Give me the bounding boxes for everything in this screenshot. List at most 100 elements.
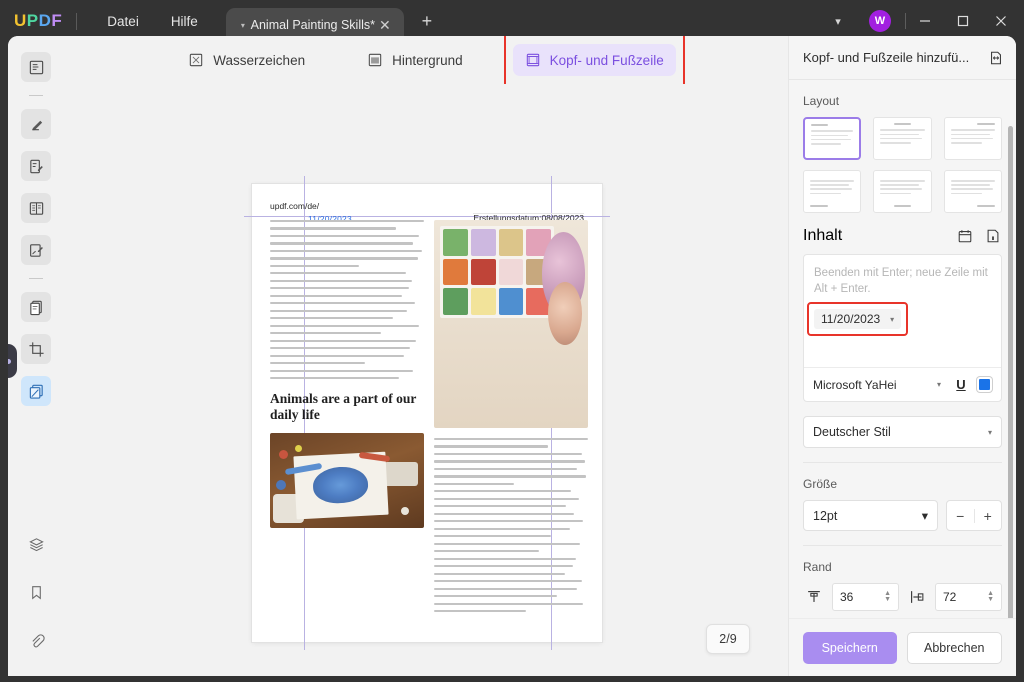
tab-caret-icon[interactable]: ▾ [236,21,250,30]
panel-attachments[interactable] [21,625,51,655]
save-button[interactable]: Speichern [803,632,897,664]
panel-layers[interactable] [21,529,51,559]
new-tab-button[interactable]: + [416,11,438,32]
tab-close-icon[interactable]: ✕ [376,17,394,34]
margin-left-spinner[interactable]: ▲▼ [987,591,994,603]
paperclip-icon [28,632,45,649]
font-size-value: 12pt [813,509,922,523]
sidebar-item-fill-sign[interactable] [21,235,51,265]
layout-option-header-right[interactable] [944,117,1002,160]
margin-left-input[interactable]: 72 ▲▼ [935,583,1002,611]
text-color-swatch[interactable] [977,377,992,392]
header-footer-icon [525,52,541,68]
page-indicator[interactable]: 2/9 [706,624,750,654]
panel-scrollbar[interactable] [1008,126,1013,618]
content-section-label: Inhalt [803,227,842,245]
rail-divider-1 [29,95,43,96]
margin-section-label: Rand [803,560,1002,574]
page-column-left: Animals are a part of our daily life [270,220,424,634]
chevron-down-icon[interactable]: ▾ [821,15,855,28]
cancel-button[interactable]: Abbrechen [907,632,1003,664]
margin-top-icon [803,586,825,608]
tab-kopf-und-fusszeile-label: Kopf- und Fußzeile [550,53,664,68]
size-section-label: Größe [803,477,1002,491]
sidebar-item-annotate[interactable] [21,109,51,139]
crop-icon [28,341,45,358]
content-textarea[interactable]: Beenden mit Enter; neue Zeile mit Alt + … [804,255,1001,367]
date-chip-value: 11/20/2023 [821,312,880,326]
margin-top-input[interactable]: 36 ▲▼ [832,583,899,611]
logo-letter-u: U [14,11,27,31]
titlebar-divider [76,13,77,30]
left-toolbar-bottom [21,520,51,676]
date-chip[interactable]: 11/20/2023 ▾ [814,309,901,329]
tab-kopf-und-fusszeile[interactable]: Kopf- und Fußzeile [513,44,676,76]
sidebar-item-reader[interactable] [21,52,51,82]
date-style-value: Deutscher Stil [813,425,988,439]
edit-document-icon [28,158,45,175]
page-header: updf.com/de/ Erstellungsdatum:08/08/2023 [252,196,602,216]
date-style-select[interactable]: Deutscher Stil ▾ [803,416,1002,448]
sidebar-item-page-tools[interactable] [21,376,51,406]
margin-left-value: 72 [943,590,987,604]
font-size-select[interactable]: 12pt ▾ [803,500,938,531]
margin-top-value: 36 [840,590,884,604]
font-row: Microsoft YaHei ▾ U [804,367,1001,401]
panel-bookmarks[interactable] [21,577,51,607]
page-header-left: updf.com/de/ [270,201,319,211]
document-resize-icon[interactable] [984,46,1008,70]
rail-divider-2 [29,278,43,279]
list-document-icon [28,200,45,217]
chevron-down-icon[interactable]: ▾ [922,508,928,523]
panel-header: Kopf- und Fußzeile hinzufü... [789,36,1016,80]
layers-icon [28,536,45,553]
document-canvas[interactable]: updf.com/de/ Erstellungsdatum:08/08/2023… [64,84,788,676]
tab-wasserzeichen[interactable]: Wasserzeichen [176,44,317,76]
background-icon [367,52,383,68]
avatar[interactable]: W [869,10,891,32]
font-name-select[interactable]: Microsoft YaHei [813,378,929,392]
watermark-icon [188,52,204,68]
panel-footer: Speichern Abbrechen [789,618,1016,676]
chevron-down-icon[interactable]: ▾ [890,315,894,324]
sidebar-item-crop[interactable] [21,334,51,364]
layout-option-header-left[interactable] [803,117,861,160]
page-number-icon[interactable] [984,227,1002,245]
tab-title: Animal Painting Skills* [250,18,376,32]
layout-option-footer-left[interactable] [803,170,861,213]
sidebar-item-edit-pdf[interactable] [21,151,51,181]
sidebar-collapse-handle[interactable] [8,344,17,378]
layout-option-footer-center[interactable] [873,170,931,213]
tab-hintergrund[interactable]: Hintergrund [355,44,475,76]
underline-button[interactable]: U [953,377,969,392]
reader-icon [28,59,45,76]
left-toolbar [8,36,64,676]
divider-1 [803,462,1002,463]
app-window: U P D F Datei Hilfe ▾ Animal Painting Sk… [0,0,1024,682]
font-size-decrease-button[interactable]: − [947,508,974,524]
copy-document-icon [28,299,45,316]
pdf-page[interactable]: updf.com/de/ Erstellungsdatum:08/08/2023… [252,184,602,642]
margin-top-spinner[interactable]: ▲▼ [884,591,891,603]
marker-icon [28,116,45,133]
chevron-down-icon[interactable]: ▾ [988,428,992,437]
margin-left-icon [906,586,928,608]
layout-options-grid [803,117,1002,213]
chevron-down-icon[interactable]: ▾ [937,380,941,389]
layout-option-footer-right[interactable] [944,170,1002,213]
layout-section-label: Layout [803,94,1002,108]
document-heading: Animals are a part of our daily life [270,391,424,423]
sidebar-item-organize[interactable] [21,193,51,223]
pages-stack-icon [28,383,45,400]
logo-letter-d: D [39,11,52,31]
panel-title: Kopf- und Fußzeile hinzufü... [803,50,978,65]
font-size-increase-button[interactable]: + [975,508,1002,524]
layout-option-header-center[interactable] [873,117,931,160]
panel-scrollbar-thumb[interactable] [1008,126,1013,618]
panel-scroll-area[interactable]: Layout [789,80,1016,618]
calendar-icon[interactable] [956,227,974,245]
logo-letter-f: F [51,11,62,31]
text-block-left-top [270,220,424,379]
sidebar-item-convert[interactable] [21,292,51,322]
divider-2 [803,545,1002,546]
